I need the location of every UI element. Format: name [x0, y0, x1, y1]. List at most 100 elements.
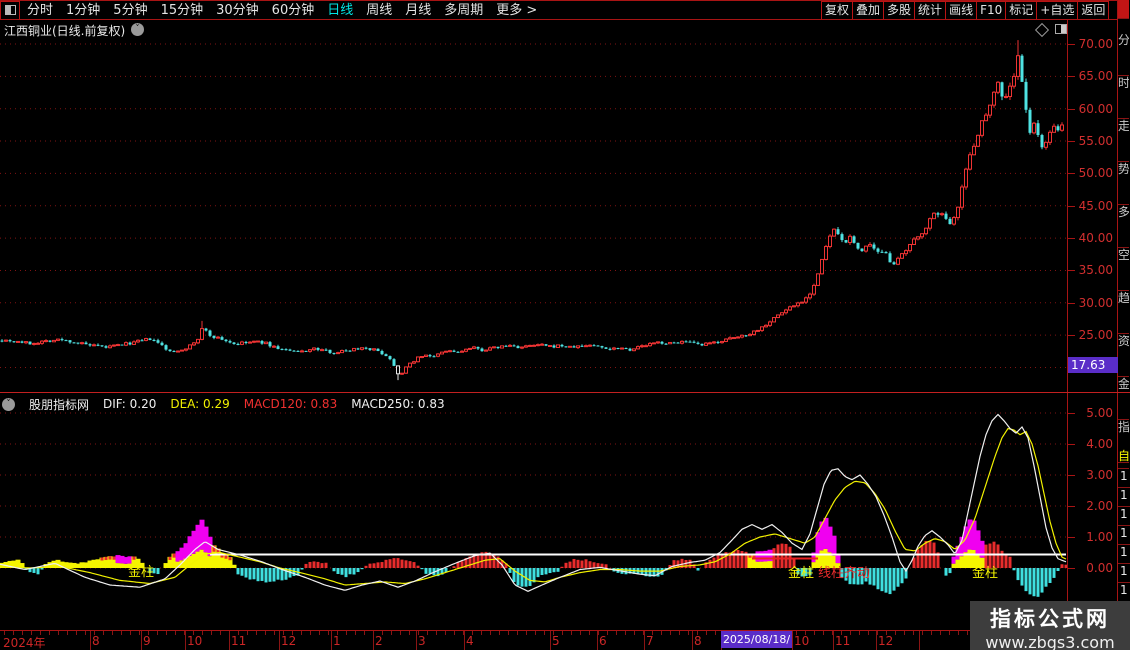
axis-minor-tick — [319, 631, 320, 635]
scale-tick — [1068, 270, 1075, 271]
axis-minor-tick — [526, 631, 527, 635]
axis-minor-tick — [301, 631, 302, 635]
axis-minor-tick — [454, 631, 455, 635]
chevron-down-icon[interactable]: ˅ — [2, 397, 15, 411]
axis-minor-tick — [112, 631, 113, 635]
axis-minor-tick — [544, 631, 545, 635]
axis-label: 12 — [281, 634, 297, 648]
layout-icon[interactable] — [0, 1, 20, 20]
axis-minor-tick — [949, 631, 950, 635]
axis-minor-tick — [211, 631, 212, 635]
axis-label: 8 — [92, 634, 100, 648]
scale-tick — [1068, 475, 1075, 476]
axis-minor-tick — [328, 631, 329, 635]
axis-month-boundary — [141, 631, 142, 650]
axis-month-boundary — [416, 631, 417, 650]
axis-minor-tick — [661, 631, 662, 635]
button-huaxian[interactable]: 画线 — [945, 1, 978, 20]
signal-label: 线柱齐动 — [818, 565, 870, 581]
axis-minor-tick — [364, 631, 365, 635]
axis-label: 8 — [694, 634, 702, 648]
axis-minor-tick — [310, 631, 311, 635]
menu-item-monthly[interactable]: 月线 — [405, 1, 431, 20]
strip-number[interactable]: 1 — [1118, 469, 1130, 488]
indicator-name[interactable]: 股朋指标网 — [29, 396, 89, 413]
button-tongji[interactable]: 统计 — [914, 1, 947, 20]
menu-item-1min[interactable]: 1分钟 — [66, 1, 100, 20]
axis-label: 1 — [333, 634, 341, 648]
topbar-actions: 复权 叠加 多股 统计 画线 F10 标记 +自选 返回 — [821, 1, 1110, 20]
strip-number[interactable]: 1 — [1118, 583, 1130, 602]
button-f10[interactable]: F10 — [976, 1, 1007, 20]
menu-item-weekly[interactable]: 周线 — [366, 1, 392, 20]
axis-month-boundary — [597, 631, 598, 650]
axis-minor-tick — [625, 631, 626, 635]
strip-red-cell[interactable] — [1118, 0, 1129, 19]
axis-label: 6 — [599, 634, 607, 648]
axis-minor-tick — [499, 631, 500, 635]
button-duogu[interactable]: 多股 — [883, 1, 916, 20]
indicator-scale-label: 3.00 — [1086, 468, 1113, 482]
menu-item-more[interactable]: 更多 > — [496, 1, 537, 20]
axis-minor-tick — [247, 631, 248, 635]
scale-tick — [1068, 173, 1075, 174]
menu-item-5min[interactable]: 5分钟 — [113, 1, 147, 20]
scale-tick — [1068, 206, 1075, 207]
indicator-value-0: DIF: 0.20 — [103, 397, 157, 411]
axis-minor-tick — [715, 631, 716, 635]
axis-label: 11 — [231, 634, 247, 648]
stock-title: 江西铜业(日线.前复权) — [4, 24, 126, 38]
axis-minor-tick — [58, 631, 59, 635]
button-diejia[interactable]: 叠加 — [852, 1, 885, 20]
scale-tick — [1068, 44, 1075, 45]
price-scale-label: 35.00 — [1078, 263, 1113, 277]
axis-minor-tick — [634, 631, 635, 635]
diamond-icon[interactable] — [1034, 22, 1050, 38]
indicator-value-1: DEA: 0.29 — [170, 397, 230, 411]
axis-minor-tick — [706, 631, 707, 635]
axis-minor-tick — [967, 631, 968, 635]
chevron-down-icon[interactable]: ˅ — [131, 23, 144, 36]
signal-label: 金柱 — [128, 564, 154, 580]
watermark: 指标公式网 www.zbgs3.com — [970, 601, 1130, 650]
panel-icon[interactable] — [1055, 24, 1067, 34]
strip-number[interactable]: 1 — [1118, 545, 1130, 564]
axis-minor-tick — [958, 631, 959, 635]
axis-minor-tick — [436, 631, 437, 635]
strip-number[interactable]: 1 — [1118, 488, 1130, 507]
strip-number[interactable]: 1 — [1118, 564, 1130, 583]
menu-item-30min[interactable]: 30分钟 — [216, 1, 259, 20]
price-scale-label: 70.00 — [1078, 37, 1113, 51]
strip-number[interactable]: 1 — [1118, 526, 1130, 545]
axis-minor-tick — [517, 631, 518, 635]
scale-tick — [1068, 413, 1075, 414]
axis-label: 9 — [143, 634, 151, 648]
axis-label: 3 — [418, 634, 426, 648]
axis-minor-tick — [580, 631, 581, 635]
axis-minor-tick — [121, 631, 122, 635]
axis-month-boundary — [644, 631, 645, 650]
axis-minor-tick — [616, 631, 617, 635]
axis-minor-tick — [823, 631, 824, 635]
strip-item-highlight[interactable]: 自 — [1118, 449, 1129, 469]
button-fuquan[interactable]: 复权 — [821, 1, 854, 20]
axis-minor-tick — [688, 631, 689, 635]
scale-tick — [1068, 238, 1075, 239]
button-biaoji[interactable]: 标记 — [1005, 1, 1038, 20]
menu-item-60min[interactable]: 60分钟 — [272, 1, 315, 20]
scale-tick — [1068, 444, 1075, 445]
menu-item-fenshi[interactable]: 分时 — [27, 1, 53, 20]
menu-item-15min[interactable]: 15分钟 — [161, 1, 204, 20]
axis-minor-tick — [490, 631, 491, 635]
axis-minor-tick — [220, 631, 221, 635]
axis-month-boundary — [792, 631, 793, 650]
axis-minor-tick — [589, 631, 590, 635]
axis-minor-tick — [571, 631, 572, 635]
strip-number[interactable]: 1 — [1118, 507, 1130, 526]
time-axis[interactable]: 2024年89101112123456781011122025/08/18/一 — [0, 631, 1067, 650]
pane-divider[interactable] — [0, 392, 1130, 393]
price-scale-label: 65.00 — [1078, 69, 1113, 83]
menu-item-multi-period[interactable]: 多周期 — [444, 1, 483, 20]
price-scale-label: 25.00 — [1078, 328, 1113, 342]
menu-item-daily[interactable]: 日线 — [327, 1, 353, 20]
